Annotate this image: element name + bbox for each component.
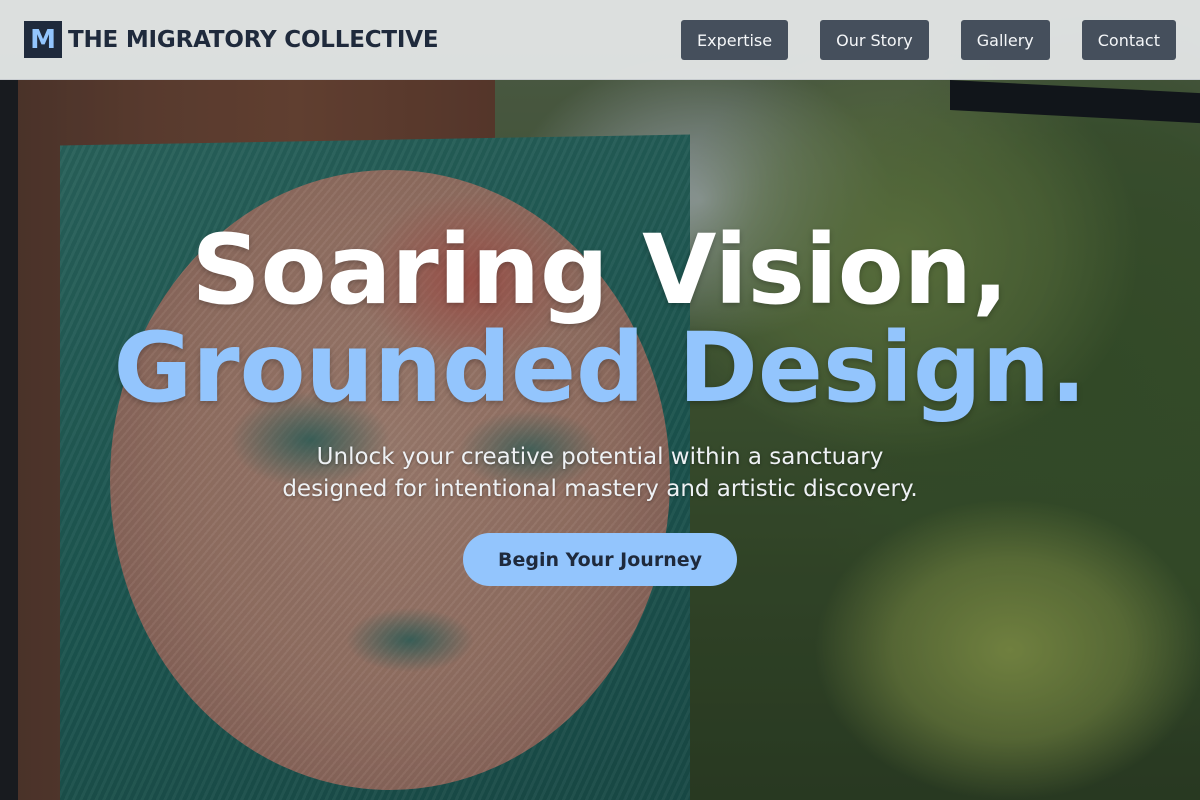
main-nav: Expertise Our Story Gallery Contact [681, 20, 1176, 60]
nav-expertise-button[interactable]: Expertise [681, 20, 789, 60]
subtitle-line-1: Unlock your creative potential within a … [316, 444, 884, 470]
nav-our-story-button[interactable]: Our Story [820, 20, 929, 60]
hero-subtitle: Unlock your creative potential within a … [0, 441, 1200, 505]
site-header: M THE MIGRATORY COLLECTIVE Expertise Our… [0, 0, 1200, 80]
nav-gallery-button[interactable]: Gallery [960, 20, 1050, 60]
brand-name: THE MIGRATORY COLLECTIVE [68, 26, 439, 53]
subtitle-line-2: designed for intentional mastery and art… [282, 476, 918, 502]
brand-logo[interactable]: M THE MIGRATORY COLLECTIVE [24, 21, 439, 58]
headline-line-1: Soaring Vision, [191, 214, 1009, 326]
begin-journey-button[interactable]: Begin Your Journey [463, 533, 737, 586]
brand-mark-icon: M [24, 21, 62, 58]
hero-headline: Soaring Vision, Grounded Design. [0, 222, 1200, 416]
headline-line-2: Grounded Design. [113, 312, 1087, 424]
nav-contact-button[interactable]: Contact [1081, 20, 1176, 60]
